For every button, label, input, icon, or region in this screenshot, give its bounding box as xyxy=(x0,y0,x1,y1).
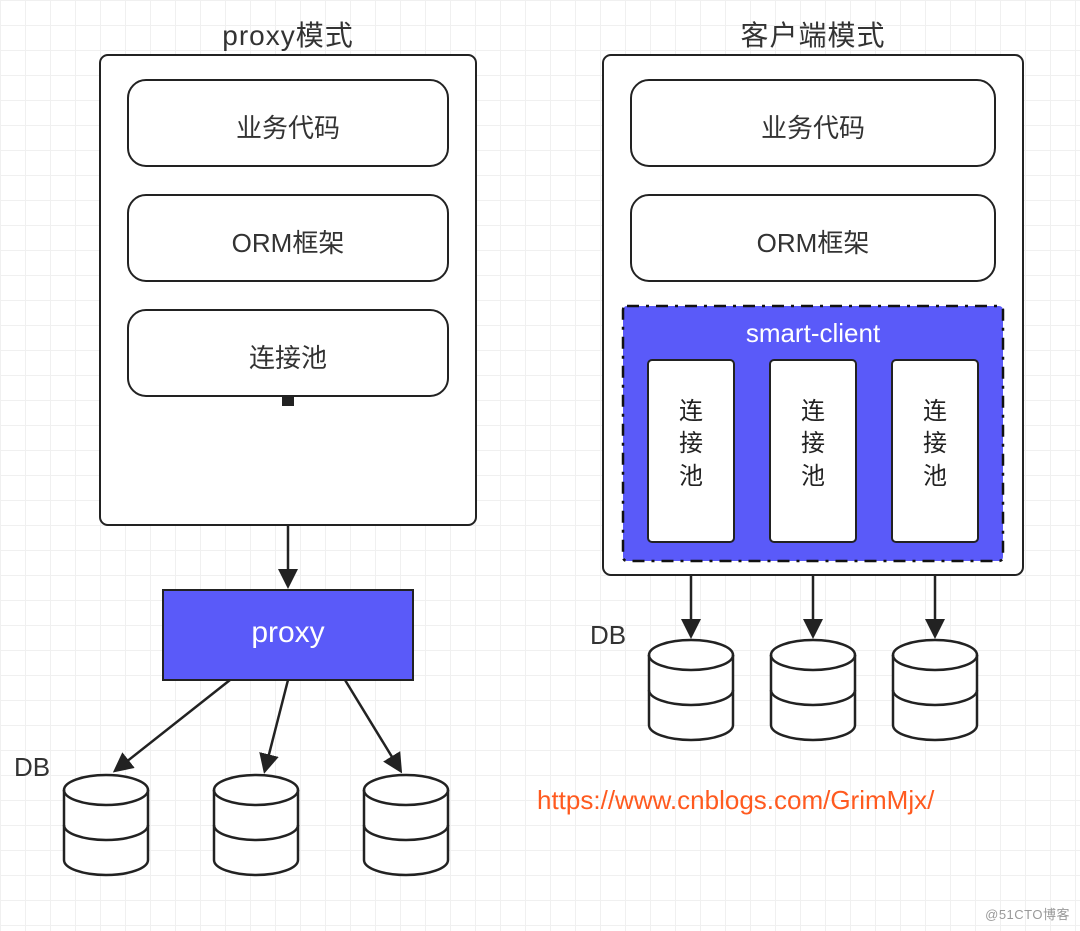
right-pool-3: 连 接 池 xyxy=(892,396,978,493)
right-pool-2: 连 接 池 xyxy=(770,396,856,493)
right-pool-1: 连 接 池 xyxy=(648,396,734,493)
proxy-box-label: proxy xyxy=(163,616,413,650)
left-db-label: DB xyxy=(14,752,50,783)
right-box-orm: ORM框架 xyxy=(631,223,995,260)
watermark-text: @51CTO博客 xyxy=(985,904,1070,923)
left-box-pool: 连接池 xyxy=(128,338,448,375)
smart-client-label: smart-client xyxy=(623,318,1003,349)
right-db-label: DB xyxy=(590,620,626,651)
left-title: proxy模式 xyxy=(100,14,476,54)
left-box-orm: ORM框架 xyxy=(128,223,448,260)
right-box-business: 业务代码 xyxy=(631,108,995,145)
right-title: 客户端模式 xyxy=(603,14,1023,54)
left-box-business: 业务代码 xyxy=(128,108,448,145)
source-url: https://www.cnblogs.com/GrimMjx/ xyxy=(537,785,1077,816)
